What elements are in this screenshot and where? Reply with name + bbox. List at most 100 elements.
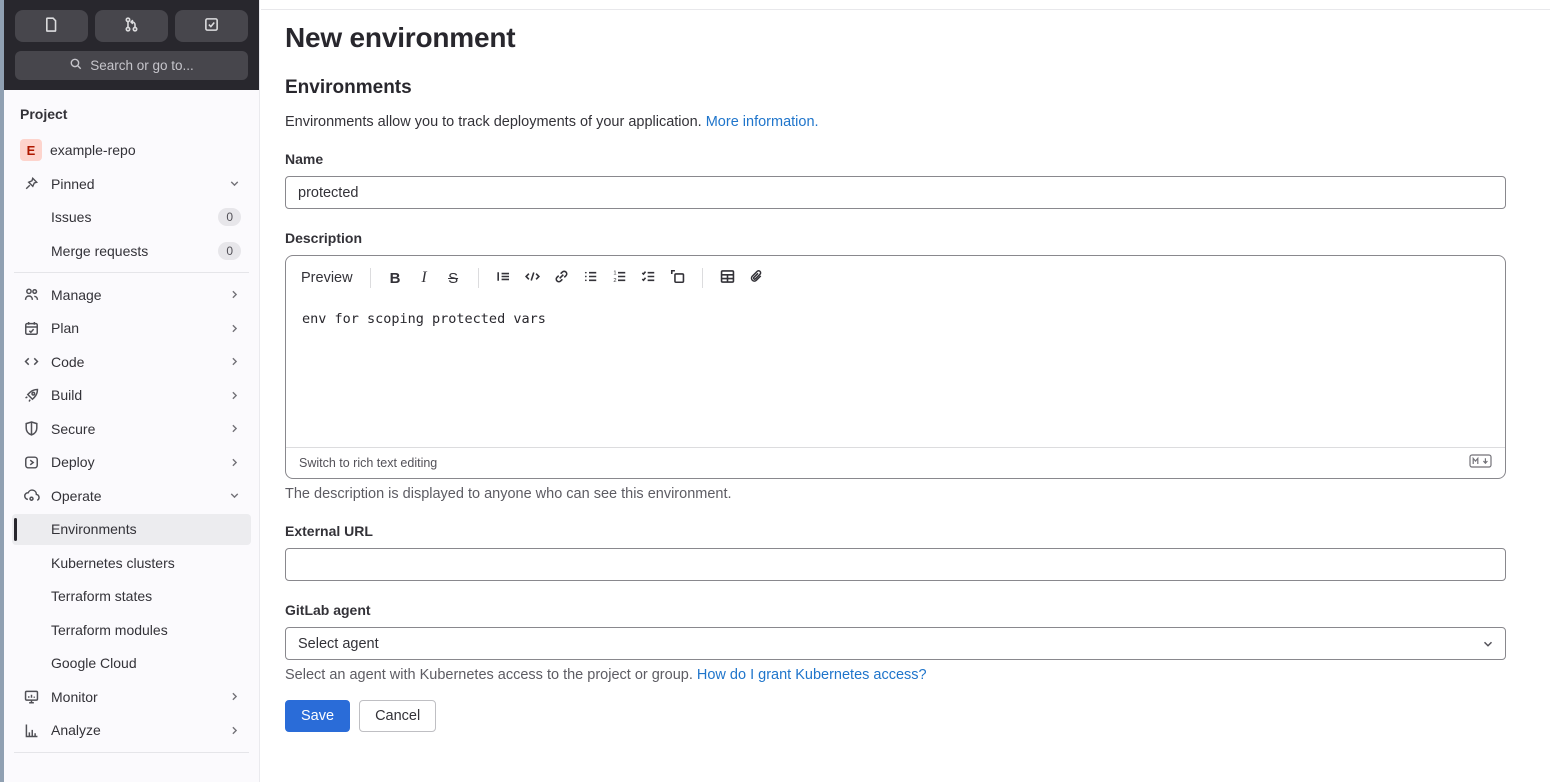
chevron-right-icon bbox=[228, 690, 241, 703]
external-url-input[interactable] bbox=[285, 548, 1506, 581]
sidebar-divider bbox=[14, 272, 249, 273]
sidebar-item-manage[interactable]: Manage bbox=[12, 279, 251, 310]
collapsible-section-button[interactable] bbox=[664, 265, 691, 291]
pin-icon bbox=[22, 176, 40, 192]
svg-text:1: 1 bbox=[613, 270, 616, 276]
code-icon bbox=[22, 353, 40, 370]
toolbar-divider bbox=[369, 268, 371, 288]
search-input[interactable]: Search or go to... bbox=[15, 51, 248, 80]
chevron-right-icon bbox=[228, 724, 241, 737]
sidebar-item-project[interactable]: E example-repo bbox=[12, 135, 251, 166]
name-input[interactable] bbox=[285, 176, 1506, 209]
toolbar-divider bbox=[701, 268, 703, 288]
merge-requests-count-badge: 0 bbox=[218, 241, 241, 260]
main-content: New environment Environments Environment… bbox=[261, 0, 1550, 782]
chevron-right-icon bbox=[228, 389, 241, 402]
bullet-list-icon bbox=[582, 268, 599, 289]
kubernetes-access-link[interactable]: How do I grant Kubernetes access? bbox=[697, 667, 927, 683]
sidebar-item-plan[interactable]: Plan bbox=[12, 313, 251, 344]
sidebar-item-operate[interactable]: Operate bbox=[12, 480, 251, 511]
chevron-down-icon bbox=[228, 177, 241, 190]
markdown-editor-footer: Switch to rich text editing bbox=[286, 447, 1505, 478]
issues-count-badge: 0 bbox=[218, 208, 241, 226]
terraform-states-label: Terraform states bbox=[51, 588, 153, 604]
calendar-icon bbox=[22, 320, 40, 337]
description-textarea[interactable]: env for scoping protected vars bbox=[286, 300, 1505, 447]
gitlab-agent-label: GitLab agent bbox=[285, 602, 371, 618]
intro-text: Environments allow you to track deployme… bbox=[285, 114, 702, 130]
issues-shortcut-button[interactable] bbox=[15, 10, 88, 42]
quote-button[interactable] bbox=[490, 265, 517, 291]
rocket-icon bbox=[22, 387, 40, 404]
sidebar-item-code[interactable]: Code bbox=[12, 346, 251, 377]
name-label: Name bbox=[285, 151, 324, 167]
ordered-list-icon: 12 bbox=[611, 268, 628, 289]
attach-file-button[interactable] bbox=[743, 265, 770, 291]
sidebar: Search or go to... Project E example-rep… bbox=[4, 0, 260, 782]
environments-label: Environments bbox=[51, 521, 137, 537]
bullet-list-button[interactable] bbox=[577, 265, 604, 291]
strikethrough-button[interactable]: S bbox=[440, 265, 467, 291]
switch-rich-text-button[interactable]: Switch to rich text editing bbox=[299, 456, 437, 470]
task-list-button[interactable] bbox=[635, 265, 662, 291]
attachment-icon bbox=[748, 268, 765, 289]
plan-label: Plan bbox=[51, 320, 80, 336]
sidebar-item-google-cloud[interactable]: Google Cloud bbox=[12, 648, 251, 679]
cancel-button[interactable]: Cancel bbox=[359, 700, 437, 732]
markdown-icon bbox=[1469, 453, 1492, 473]
sidebar-item-build[interactable]: Build bbox=[12, 380, 251, 411]
code-button[interactable] bbox=[519, 265, 546, 291]
chevron-right-icon bbox=[228, 288, 241, 301]
link-button[interactable] bbox=[548, 265, 575, 291]
sidebar-item-issues[interactable]: Issues 0 bbox=[12, 202, 251, 233]
gitlab-app: Search or go to... Project E example-rep… bbox=[0, 0, 1550, 782]
operate-label: Operate bbox=[51, 487, 102, 504]
todos-shortcut-button[interactable] bbox=[175, 10, 248, 42]
save-button[interactable]: Save bbox=[285, 700, 351, 732]
issues-label: Issues bbox=[51, 209, 92, 225]
sidebar-item-pinned[interactable]: Pinned bbox=[12, 168, 251, 199]
quote-icon bbox=[495, 268, 512, 289]
sidebar-item-merge-requests[interactable]: Merge requests 0 bbox=[12, 235, 251, 266]
monitor-icon bbox=[22, 688, 40, 705]
search-icon bbox=[69, 57, 83, 74]
sidebar-nav: Project E example-repo Pinned Issues 0 M… bbox=[4, 90, 259, 753]
collapsible-section-icon bbox=[669, 268, 686, 289]
sidebar-item-kubernetes-clusters[interactable]: Kubernetes clusters bbox=[12, 547, 251, 578]
italic-button[interactable]: I bbox=[411, 265, 438, 291]
shield-icon bbox=[22, 420, 40, 437]
preview-button[interactable]: Preview bbox=[299, 266, 359, 290]
description-label: Description bbox=[285, 230, 363, 246]
markdown-toolbar: Preview B I S 12 bbox=[286, 256, 1505, 300]
table-button[interactable] bbox=[714, 265, 741, 291]
sidebar-item-terraform-states[interactable]: Terraform states bbox=[12, 581, 251, 612]
sidebar-item-monitor[interactable]: Monitor bbox=[12, 681, 251, 712]
sidebar-item-environments[interactable]: Environments bbox=[12, 513, 251, 545]
merge-requests-shortcut-button[interactable] bbox=[95, 10, 168, 42]
agent-select-value: Select agent bbox=[298, 635, 379, 652]
more-information-link[interactable]: More information. bbox=[706, 114, 819, 130]
bold-button[interactable]: B bbox=[382, 265, 409, 291]
chart-icon bbox=[22, 722, 40, 739]
chevron-right-icon bbox=[228, 355, 241, 368]
operate-icon bbox=[22, 487, 40, 504]
pinned-label: Pinned bbox=[51, 175, 95, 192]
sidebar-item-secure[interactable]: Secure bbox=[12, 413, 251, 444]
sidebar-item-terraform-modules[interactable]: Terraform modules bbox=[12, 614, 251, 645]
merge-requests-label: Merge requests bbox=[51, 242, 149, 259]
sidebar-item-deploy[interactable]: Deploy bbox=[12, 447, 251, 478]
terraform-modules-label: Terraform modules bbox=[51, 621, 168, 638]
monitor-label: Monitor bbox=[51, 688, 98, 705]
topbar-divider bbox=[261, 9, 1550, 10]
sidebar-item-analyze[interactable]: Analyze bbox=[12, 715, 251, 746]
task-list-icon bbox=[640, 268, 657, 289]
kubernetes-clusters-label: Kubernetes clusters bbox=[51, 554, 175, 571]
chevron-right-icon bbox=[228, 322, 241, 335]
google-cloud-label: Google Cloud bbox=[51, 655, 137, 671]
todo-check-icon bbox=[203, 16, 220, 36]
ordered-list-button[interactable]: 12 bbox=[606, 265, 633, 291]
users-icon bbox=[22, 286, 40, 303]
table-icon bbox=[719, 268, 736, 289]
agent-select[interactable]: Select agent bbox=[285, 627, 1506, 660]
bold-icon: B bbox=[389, 269, 401, 287]
